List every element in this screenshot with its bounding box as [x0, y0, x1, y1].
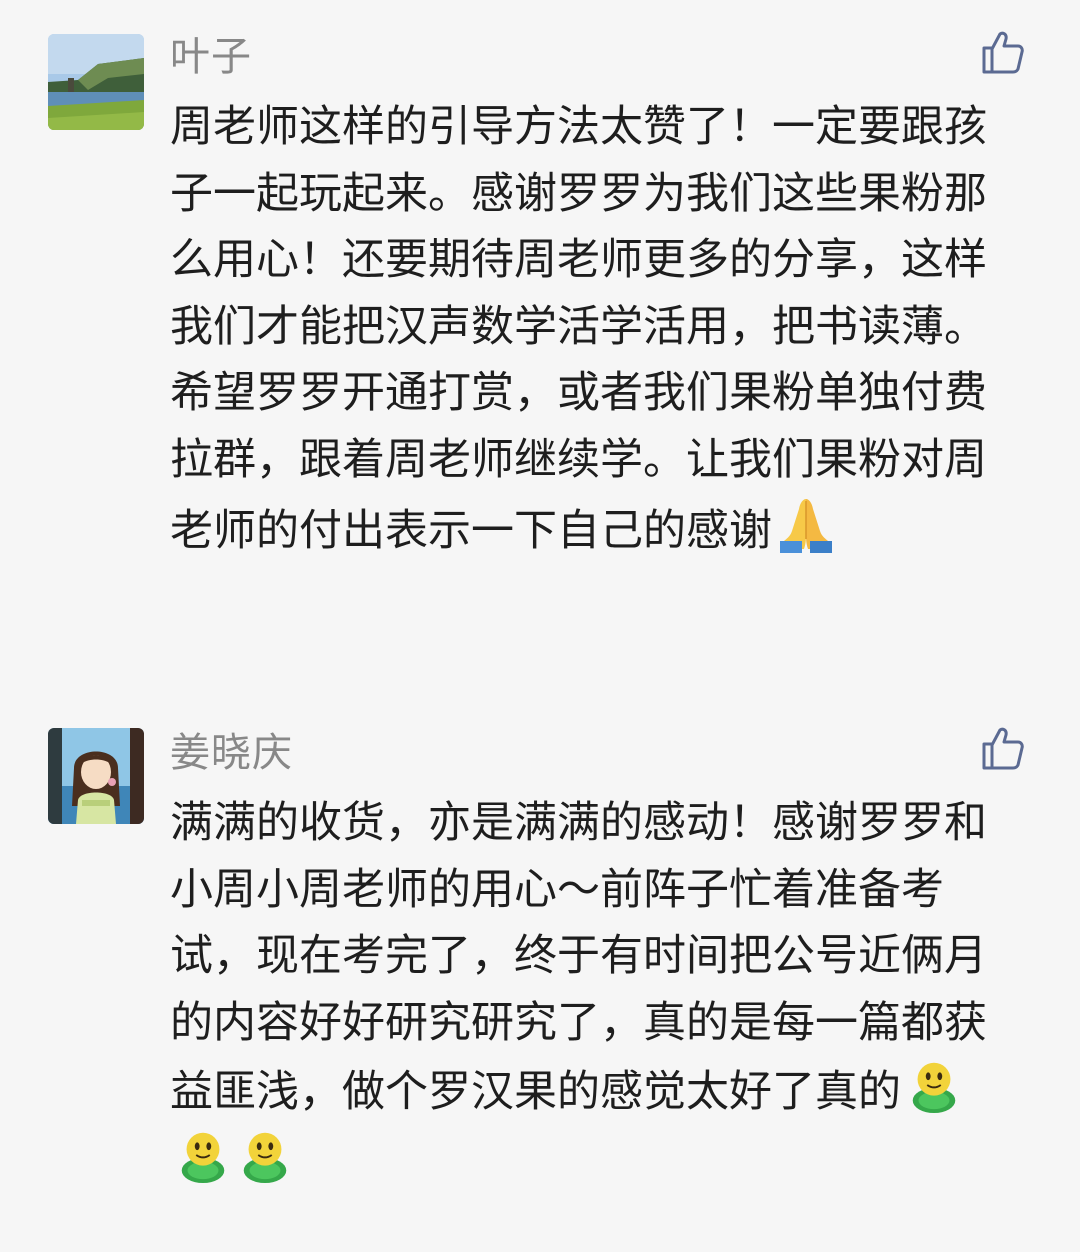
avatar[interactable] [48, 34, 144, 130]
comment-item: 叶子 周老师这样的引导方法太赞了！一定要跟孩子一起玩起来。感谢罗罗为我们这些果粉… [0, 31, 1080, 652]
comment-text: 满满的收货，亦是满满的感动！感谢罗罗和小周小周老师的用心～前阵子忙着准备考试，现… [170, 798, 987, 1117]
green-sprout-emoji [174, 1126, 232, 1184]
comment-item: 姜晓庆 满满的收货，亦是满满的感动！感谢罗罗和小周小周老师的用心～前阵子忙着准备… [0, 727, 1080, 1228]
comment-nickname: 叶子 [170, 34, 252, 80]
like-button[interactable] [978, 724, 1026, 772]
folded-hands-emoji [776, 493, 836, 553]
cliff-landscape-icon [48, 34, 144, 130]
avatar[interactable] [48, 728, 144, 824]
like-button[interactable] [978, 28, 1026, 76]
green-sprout-emoji [905, 1056, 963, 1114]
green-sprout-emoji [236, 1126, 294, 1184]
anime-girl-icon [48, 728, 144, 824]
comment-body: 周老师这样的引导方法太赞了！一定要跟孩子一起玩起来。感谢罗罗为我们这些果粉那么用… [170, 94, 1015, 565]
thumbs-up-icon [982, 31, 1024, 74]
comment-nickname: 姜晓庆 [170, 730, 293, 776]
thumbs-up-icon [982, 727, 1024, 770]
comment-body: 满满的收货，亦是满满的感动！感谢罗罗和小周小周老师的用心～前阵子忙着准备考试，现… [170, 790, 1015, 1195]
comment-list: 叶子 周老师这样的引导方法太赞了！一定要跟孩子一起玩起来。感谢罗罗为我们这些果粉… [0, 0, 1080, 1252]
comment-text: 周老师这样的引导方法太赞了！一定要跟孩子一起玩起来。感谢罗罗为我们这些果粉那么用… [170, 102, 987, 556]
